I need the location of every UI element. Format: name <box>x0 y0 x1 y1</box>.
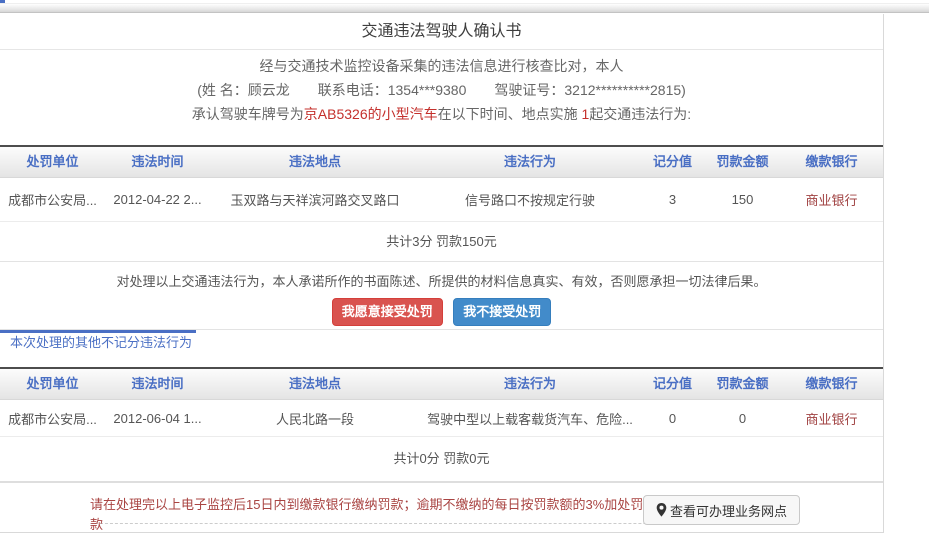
reject-penalty-button[interactable]: 我不接受处罚 <box>453 298 551 326</box>
cell-bank: 商业银行 <box>780 190 883 209</box>
statement-section: 对处理以上交通违法行为，本人承诺所作的书面陈述、所提供的材料信息真实、有效，否则… <box>0 262 883 330</box>
tab-other-violations[interactable]: 本次处理的其他不记分违法行为 <box>10 333 192 353</box>
col-header-behavior: 违法行为 <box>420 147 640 177</box>
col-header-fine: 罚款金额 <box>705 147 780 177</box>
cell-points: 0 <box>640 411 705 426</box>
violations-table-row: 成都市公安局... 2012-04-22 2... 玉双路与天祥滨河路交叉路口 … <box>0 178 883 222</box>
col-header-location: 违法地点 <box>210 369 420 399</box>
location-pin-icon <box>656 503 667 517</box>
cell-points: 3 <box>640 192 705 207</box>
col-header-points: 记分值 <box>640 369 705 399</box>
accept-penalty-button[interactable]: 我愿意接受处罚 <box>332 298 443 326</box>
cell-location: 玉双路与天祥滨河路交叉路口 <box>210 190 420 209</box>
intro-line-plate: 承认驾驶车牌号为京AB5326的小型汽车在以下时间、地点实施 1起交通违法行为: <box>0 102 883 126</box>
cell-behavior: 信号路口不按规定行驶 <box>420 190 640 209</box>
violations-table-header: 处罚单位 违法时间 违法地点 违法行为 记分值 罚款金额 缴款银行 <box>0 145 883 178</box>
violations-table-summary: 共计3分 罚款150元 <box>0 222 883 262</box>
other-violations-table-row: 成都市公安局... 2012-06-04 1... 人民北路一段 驾驶中型以上载… <box>0 400 883 437</box>
page-title: 交通违法驾驶人确认书 <box>0 14 883 50</box>
cell-time: 2012-04-22 2... <box>105 192 210 207</box>
cell-unit: 成都市公安局... <box>0 409 105 428</box>
col-header-bank: 缴款银行 <box>780 369 883 399</box>
col-header-behavior: 违法行为 <box>420 369 640 399</box>
confirmation-panel: 交通违法驾驶人确认书 经与交通技术监控设备采集的违法信息进行核查比对，本人 (姓… <box>0 14 884 533</box>
col-header-time: 违法时间 <box>105 147 210 177</box>
plate-number-highlight: 京AB5326的小型汽车 <box>304 106 438 122</box>
statement-text: 对处理以上交通违法行为，本人承诺所作的书面陈述、所提供的材料信息真实、有效，否则… <box>0 272 883 292</box>
cell-location: 人民北路一段 <box>210 409 420 428</box>
col-header-location: 违法地点 <box>210 147 420 177</box>
cell-bank: 商业银行 <box>780 409 883 428</box>
view-service-outlets-label: 查看可办理业务网点 <box>670 501 787 520</box>
col-header-fine: 罚款金额 <box>705 369 780 399</box>
payment-notice: 请在处理完以上电子监控后15日内到缴款银行缴纳罚款；逾期不缴纳的每日按罚款额的3… <box>90 495 645 535</box>
col-header-points: 记分值 <box>640 147 705 177</box>
other-violations-table-summary: 共计0分 罚款0元 <box>0 437 883 481</box>
intro-line-identity: (姓 名：顾云龙 联系电话：1354***9380 驾驶证号：3212*****… <box>0 78 883 102</box>
cell-time: 2012-06-04 1... <box>105 411 210 426</box>
intro-plate-prefix: 承认驾驶车牌号为 <box>192 106 304 122</box>
statement-buttons: 我愿意接受处罚 我不接受处罚 <box>0 298 883 326</box>
col-header-bank: 缴款银行 <box>780 147 883 177</box>
view-service-outlets-button[interactable]: 查看可办理业务网点 <box>643 495 800 525</box>
top-divider-bar <box>0 3 929 13</box>
intro-paragraph: 经与交通技术监控设备采集的违法信息进行核查比对，本人 (姓 名：顾云龙 联系电话… <box>0 50 883 126</box>
col-header-time: 违法时间 <box>105 369 210 399</box>
col-header-unit: 处罚单位 <box>0 147 105 177</box>
section-divider <box>0 481 883 483</box>
other-violations-table-header: 处罚单位 违法时间 违法地点 违法行为 记分值 罚款金额 缴款银行 <box>0 367 883 400</box>
cell-behavior: 驾驶中型以上载客载货汽车、危险... <box>420 409 640 428</box>
col-header-unit: 处罚单位 <box>0 369 105 399</box>
intro-plate-suffix: 起交通违法行为: <box>589 106 691 122</box>
cell-fine: 0 <box>705 411 780 426</box>
intro-line-compare: 经与交通技术监控设备采集的违法信息进行核查比对，本人 <box>0 54 883 78</box>
cell-fine: 150 <box>705 192 780 207</box>
intro-plate-mid: 在以下时间、地点实施 <box>438 106 582 122</box>
cell-unit: 成都市公安局... <box>0 190 105 209</box>
